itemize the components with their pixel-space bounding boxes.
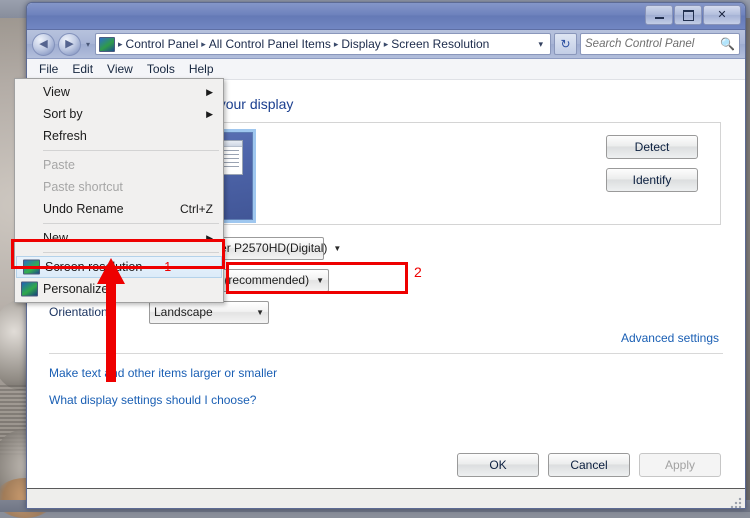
refresh-button[interactable]: ↻ bbox=[554, 33, 577, 55]
menu-item-view[interactable]: View bbox=[107, 62, 133, 76]
detect-button[interactable]: Detect bbox=[606, 135, 698, 159]
personalize-icon bbox=[21, 281, 38, 297]
forward-icon: ▶ bbox=[65, 37, 74, 50]
divider bbox=[49, 353, 723, 354]
status-bar bbox=[27, 488, 745, 508]
control-panel-icon bbox=[99, 36, 116, 52]
context-menu-label: Undo Rename bbox=[43, 202, 124, 216]
breadcrumb-item-display[interactable]: Display bbox=[341, 37, 380, 51]
breadcrumb-separator-3: ▸ bbox=[383, 38, 389, 49]
context-menu-label: Screen resolution bbox=[45, 260, 143, 274]
annotation-step-2: 2 bbox=[414, 264, 422, 280]
close-button[interactable]: ✕ bbox=[703, 5, 741, 25]
ok-button[interactable]: OK bbox=[457, 453, 539, 477]
window-controls: ✕ bbox=[645, 5, 741, 25]
resize-grip[interactable] bbox=[730, 497, 742, 508]
context-menu-item-undo-rename[interactable]: Undo Rename Ctrl+Z bbox=[15, 198, 223, 220]
forward-button[interactable]: ▶ bbox=[58, 32, 81, 56]
chevron-down-icon: ▼ bbox=[256, 307, 264, 317]
context-menu-item-sort-by[interactable]: Sort by ▶ bbox=[15, 103, 223, 125]
identify-button[interactable]: Identify bbox=[606, 168, 698, 192]
screen-resolution-icon bbox=[23, 259, 40, 275]
annotation-arrow bbox=[97, 258, 125, 382]
search-icon: 🔍 bbox=[720, 37, 735, 51]
annotation-step-1: 1 bbox=[164, 260, 172, 274]
context-menu-label: Refresh bbox=[43, 129, 87, 143]
back-icon: ◀ bbox=[39, 37, 48, 50]
navigation-bar: ◀ ▶ ▾ ▸ Control Panel ▸ All Control Pane… bbox=[27, 30, 745, 59]
minimize-icon bbox=[654, 17, 664, 19]
make-text-larger-link[interactable]: Make text and other items larger or smal… bbox=[49, 366, 723, 380]
breadcrumb-separator-1: ▸ bbox=[201, 38, 206, 49]
advanced-settings-link[interactable]: Advanced settings bbox=[621, 331, 719, 345]
menu-item-tools[interactable]: Tools bbox=[147, 62, 175, 76]
menu-item-help[interactable]: Help bbox=[189, 62, 214, 76]
context-menu-label: Paste shortcut bbox=[43, 180, 123, 194]
address-bar[interactable]: ▸ Control Panel ▸ All Control Panel Item… bbox=[95, 33, 551, 55]
menu-bar: File Edit View Tools Help bbox=[27, 59, 745, 80]
breadcrumb-item-screen-resolution[interactable]: Screen Resolution bbox=[391, 37, 489, 51]
context-menu-item-new[interactable]: New ▶ bbox=[15, 227, 223, 249]
close-icon: ✕ bbox=[717, 8, 727, 21]
context-menu-item-refresh[interactable]: Refresh bbox=[15, 125, 223, 147]
advanced-settings-row: Advanced settings bbox=[49, 331, 719, 345]
context-menu-shortcut: Ctrl+Z bbox=[180, 202, 213, 216]
orientation-dropdown[interactable]: Landscape ▼ bbox=[149, 300, 269, 324]
apply-button: Apply bbox=[639, 453, 721, 477]
help-links: Make text and other items larger or smal… bbox=[49, 366, 723, 407]
refresh-icon: ↻ bbox=[560, 37, 571, 51]
thumbnail-text-lines bbox=[222, 150, 239, 170]
preview-action-buttons: Detect Identify bbox=[606, 135, 698, 192]
breadcrumb-separator-2: ▸ bbox=[333, 38, 339, 49]
menu-item-edit[interactable]: Edit bbox=[72, 62, 93, 76]
maximize-button[interactable] bbox=[674, 5, 702, 25]
chevron-down-icon: ▼ bbox=[333, 243, 342, 253]
back-button[interactable]: ◀ bbox=[32, 32, 55, 56]
breadcrumb-separator-0: ▸ bbox=[118, 38, 123, 49]
context-menu-separator bbox=[43, 252, 219, 253]
dialog-action-buttons: OK Cancel Apply bbox=[27, 453, 745, 477]
breadcrumb-item-all-items[interactable]: All Control Panel Items bbox=[209, 37, 331, 51]
search-input[interactable]: Search Control Panel bbox=[585, 38, 720, 50]
what-display-settings-link[interactable]: What display settings should I choose? bbox=[49, 393, 723, 407]
menu-item-file[interactable]: File bbox=[39, 62, 58, 76]
window-title-bar: ✕ bbox=[27, 3, 745, 30]
submenu-arrow-icon: ▶ bbox=[206, 108, 213, 119]
context-menu-separator bbox=[43, 223, 219, 224]
submenu-arrow-icon: ▶ bbox=[206, 86, 213, 97]
chevron-down-icon: ▼ bbox=[316, 275, 324, 285]
breadcrumb-item-control-panel[interactable]: Control Panel bbox=[126, 37, 199, 51]
search-box[interactable]: Search Control Panel 🔍 bbox=[580, 33, 740, 55]
context-menu-label: View bbox=[43, 85, 70, 99]
context-menu-item-paste: Paste bbox=[15, 154, 223, 176]
context-menu-label: Paste bbox=[43, 158, 75, 172]
orientation-dropdown-value: Landscape bbox=[154, 305, 213, 319]
minimize-button[interactable] bbox=[645, 5, 673, 25]
history-dropdown-icon[interactable]: ▾ bbox=[84, 40, 92, 49]
maximize-icon bbox=[682, 9, 694, 21]
context-menu-label: New bbox=[43, 231, 69, 245]
address-dropdown-icon[interactable]: ▾ bbox=[534, 39, 547, 50]
context-menu-item-paste-shortcut: Paste shortcut bbox=[15, 176, 223, 198]
context-menu-label: Sort by bbox=[43, 107, 83, 121]
context-menu-item-view[interactable]: View ▶ bbox=[15, 81, 223, 103]
context-menu-separator bbox=[43, 150, 219, 151]
cancel-button[interactable]: Cancel bbox=[548, 453, 630, 477]
submenu-arrow-icon: ▶ bbox=[206, 232, 213, 243]
